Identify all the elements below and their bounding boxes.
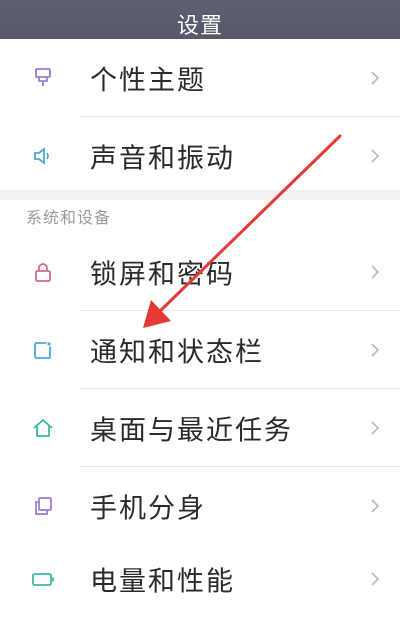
settings-item-theme[interactable]: 个性主题 bbox=[0, 39, 400, 117]
chevron-right-icon bbox=[371, 149, 380, 163]
settings-item-sound[interactable]: 声音和振动 bbox=[0, 117, 400, 195]
page-title: 设置 bbox=[176, 13, 223, 39]
settings-item-dual-app[interactable]: 手机分身 bbox=[0, 467, 400, 545]
settings-item-label: 锁屏和密码 bbox=[90, 259, 235, 291]
battery-icon bbox=[30, 566, 56, 592]
speaker-icon bbox=[30, 143, 56, 169]
settings-item-label: 电量和性能 bbox=[90, 566, 235, 598]
settings-item-label: 通知和状态栏 bbox=[90, 337, 264, 369]
settings-item-label: 手机分身 bbox=[90, 493, 206, 525]
settings-item-lock-screen[interactable]: 锁屏和密码 bbox=[0, 233, 400, 311]
settings-item-battery[interactable]: 电量和性能 bbox=[0, 540, 400, 618]
settings-item-label: 桌面与最近任务 bbox=[90, 415, 293, 447]
dual-app-icon bbox=[30, 493, 56, 519]
chevron-right-icon bbox=[371, 572, 380, 586]
settings-item-label: 个性主题 bbox=[90, 65, 206, 97]
settings-item-notifications[interactable]: 通知和状态栏 bbox=[0, 311, 400, 389]
chevron-right-icon bbox=[371, 343, 380, 357]
chevron-right-icon bbox=[371, 71, 380, 85]
home-icon bbox=[30, 415, 56, 441]
settings-item-label: 声音和振动 bbox=[90, 143, 235, 175]
notification-icon bbox=[30, 337, 56, 363]
lock-icon bbox=[30, 259, 56, 285]
settings-item-desktop-recents[interactable]: 桌面与最近任务 bbox=[0, 389, 400, 467]
chevron-right-icon bbox=[371, 421, 380, 435]
section-title: 系统和设备 bbox=[26, 208, 112, 227]
theme-icon bbox=[30, 65, 56, 91]
chevron-right-icon bbox=[371, 265, 380, 279]
chevron-right-icon bbox=[371, 499, 380, 513]
section-gap bbox=[0, 190, 400, 200]
